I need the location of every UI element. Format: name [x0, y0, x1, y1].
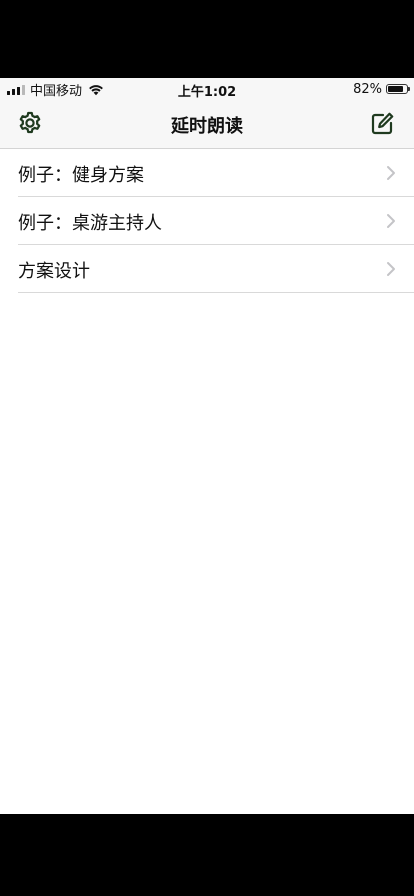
top-letterbox	[0, 0, 414, 78]
list-item-label: 方案设计	[18, 261, 90, 282]
chevron-right-icon	[387, 262, 395, 276]
battery-icon	[386, 84, 410, 94]
compose-icon	[371, 112, 394, 135]
status-time: 上午1:02	[177, 85, 237, 100]
plan-list: 例子：健身方案 例子：桌游主持人 方案设计	[0, 149, 414, 293]
status-right: 82%	[353, 81, 410, 97]
battery-fill	[388, 86, 403, 92]
list-item[interactable]: 例子：桌游主持人	[0, 197, 414, 245]
chevron-right-icon	[387, 166, 395, 180]
battery-percent: 82%	[353, 81, 382, 97]
status-bar: 中国移动 上午1:02 82%	[0, 78, 414, 100]
list-item-label: 例子：桌游主持人	[18, 213, 162, 234]
list-item[interactable]: 方案设计	[0, 245, 414, 293]
app-screen: 中国移动 上午1:02 82% 延时朗读 例子：健身方案 例子：桌游主持人 方案…	[0, 78, 414, 814]
chevron-right-icon	[387, 214, 395, 228]
list-item-label: 例子：健身方案	[18, 165, 144, 186]
page-title: 延时朗读	[171, 116, 243, 137]
bottom-letterbox	[0, 814, 414, 896]
compose-button[interactable]	[368, 110, 396, 138]
list-item[interactable]: 例子：健身方案	[0, 149, 414, 197]
navigation-bar: 延时朗读	[0, 100, 414, 149]
